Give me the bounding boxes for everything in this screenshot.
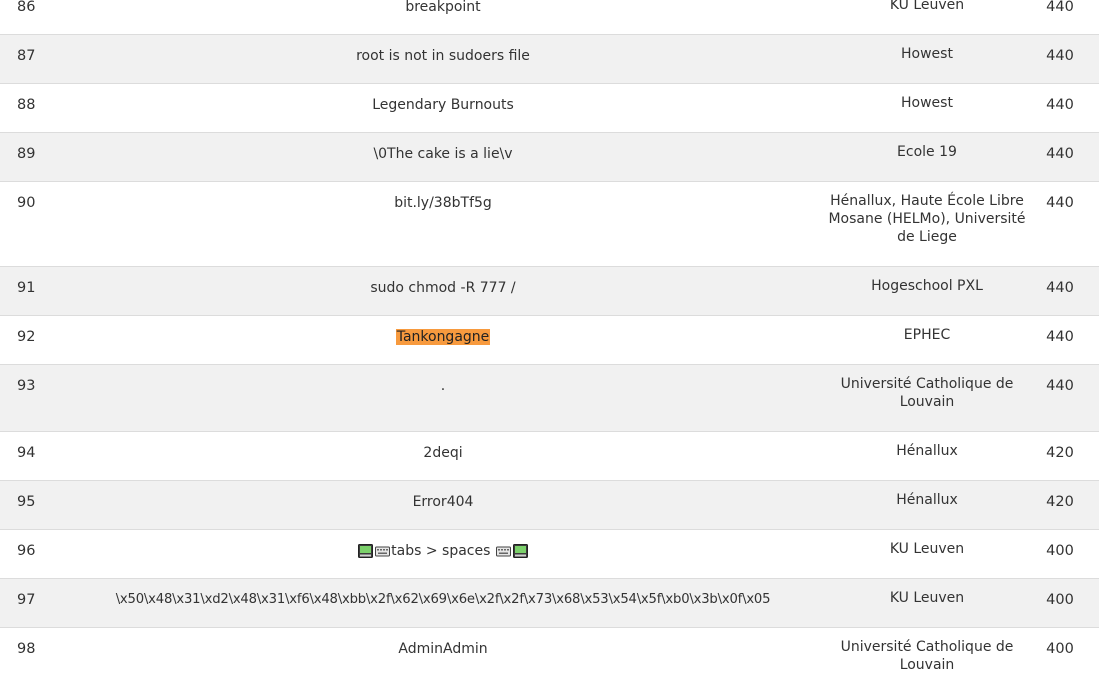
table-row: 94 2deqi Hénallux 420 xyxy=(0,432,1099,481)
rank-cell: 92 xyxy=(17,329,36,345)
table-row: 92 Tankongagne EPHEC 440 xyxy=(0,316,1099,365)
rank-cell: 88 xyxy=(17,97,36,113)
university-cell: KU Leuven xyxy=(889,541,965,557)
score-cell: 420 xyxy=(1046,494,1074,510)
table-row: 97 \x50\x48\x31\xd2\x48\x31\xf6\x48\xbb\… xyxy=(0,579,1099,628)
university-cell: KU Leuven xyxy=(889,590,965,606)
score-cell: 440 xyxy=(1046,378,1074,394)
team-name-text: tabs > spaces xyxy=(391,543,491,559)
table-row: 98 AdminAdmin Université Catholique de L… xyxy=(0,628,1099,682)
team-name-cell: AdminAdmin xyxy=(398,641,488,657)
team-name-cell: sudo chmod -R 777 / xyxy=(370,280,516,296)
rank-cell: 91 xyxy=(17,280,36,296)
university-cell: Université Catholique de Louvain xyxy=(840,376,1014,410)
table-row: 89 \0The cake is a lie\v Ecole 19 440 xyxy=(0,133,1099,182)
score-cell: 440 xyxy=(1046,280,1074,296)
score-cell: 440 xyxy=(1046,97,1074,113)
team-name-cell: 2deqi xyxy=(423,445,463,461)
team-name-cell: Tankongagne xyxy=(36,328,850,346)
score-cell: 400 xyxy=(1046,641,1074,657)
team-name-cell: Legendary Burnouts xyxy=(372,97,514,113)
score-cell: 440 xyxy=(1046,48,1074,64)
rank-cell: 94 xyxy=(17,445,36,461)
team-name-cell: breakpoint xyxy=(405,0,481,15)
team-name-cell: \0The cake is a lie\v xyxy=(373,146,513,162)
rank-cell: 96 xyxy=(17,543,36,559)
university-cell: Hénallux, Haute École Libre Mosane (HELM… xyxy=(828,193,1026,245)
score-cell: 440 xyxy=(1046,146,1074,162)
team-name-cell: root is not in sudoers file xyxy=(356,48,530,64)
rank-cell: 86 xyxy=(17,0,36,15)
rank-cell: 89 xyxy=(17,146,36,162)
table-row: 95 Error404 Hénallux 420 xyxy=(0,481,1099,530)
team-name-cell: tabs > spaces xyxy=(36,542,850,560)
table-row: 91 sudo chmod -R 777 / Hogeschool PXL 44… xyxy=(0,267,1099,316)
university-cell: EPHEC xyxy=(903,327,951,343)
highlighted-team-name: Tankongagne xyxy=(395,329,491,345)
university-cell: Howest xyxy=(901,95,953,111)
score-cell: 400 xyxy=(1046,543,1074,559)
university-cell: KU Leuven xyxy=(889,0,965,13)
team-name-cell: bit.ly/38bTf5g xyxy=(394,195,492,211)
score-cell: 440 xyxy=(1046,329,1074,345)
university-cell: Université Catholique de Louvain xyxy=(840,639,1014,673)
rank-cell: 90 xyxy=(17,195,36,211)
leaderboard-table: 86 breakpoint KU Leuven 440 87 root is n… xyxy=(0,0,1099,682)
university-cell: Hénallux xyxy=(896,492,958,508)
table-row: 93 . Université Catholique de Louvain 44… xyxy=(0,365,1099,432)
rank-cell: 95 xyxy=(17,494,36,510)
rank-cell: 93 xyxy=(17,378,36,394)
table-row: 90 bit.ly/38bTf5g Hénallux, Haute École … xyxy=(0,182,1099,267)
table-row: 96 tabs > spaces KU Leuven 400 xyxy=(0,530,1099,579)
university-cell: Hénallux xyxy=(896,443,958,459)
score-cell: 420 xyxy=(1046,445,1074,461)
rank-cell: 87 xyxy=(17,48,36,64)
table-row: 88 Legendary Burnouts Howest 440 xyxy=(0,84,1099,133)
computer-emoji-icon xyxy=(358,544,374,558)
score-cell: 440 xyxy=(1046,0,1074,15)
table-row: 86 breakpoint KU Leuven 440 xyxy=(0,0,1099,35)
score-cell: 440 xyxy=(1046,195,1074,211)
team-name-cell: \x50\x48\x31\xd2\x48\x31\xf6\x48\xbb\x2f… xyxy=(115,592,771,607)
team-name-cell: . xyxy=(440,378,446,394)
keyboard-emoji-icon xyxy=(495,546,511,557)
computer-emoji-icon xyxy=(512,544,528,558)
score-cell: 400 xyxy=(1046,592,1074,608)
university-cell: Ecole 19 xyxy=(897,144,957,160)
table-row: 87 root is not in sudoers file Howest 44… xyxy=(0,35,1099,84)
university-cell: Howest xyxy=(901,46,953,62)
university-cell: Hogeschool PXL xyxy=(871,278,983,294)
keyboard-emoji-icon xyxy=(375,546,391,557)
team-name-cell: Error404 xyxy=(412,494,474,510)
rank-cell: 97 xyxy=(17,592,36,608)
rank-cell: 98 xyxy=(17,641,36,657)
